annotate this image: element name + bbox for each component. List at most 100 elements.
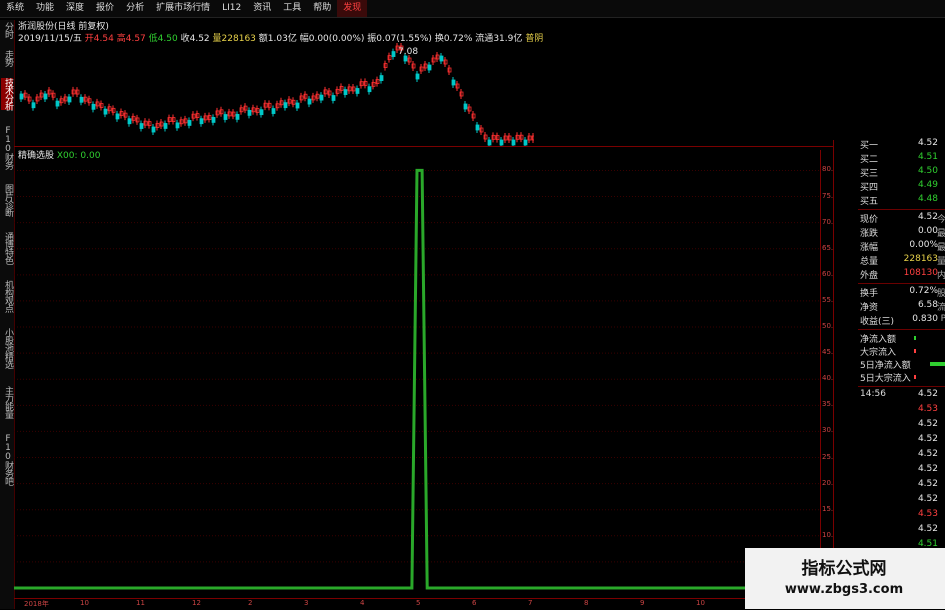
left-tab[interactable]: F10财务吧 xyxy=(1,434,13,485)
flow-label: 5日净流入额 xyxy=(860,361,911,371)
quote-row: 买三 4.50 xyxy=(836,166,944,179)
flow-row: 5日大宗流入 xyxy=(836,371,944,384)
indicator-chart[interactable] xyxy=(14,150,833,598)
flow-row: 大宗流入 xyxy=(836,345,944,358)
menu-item[interactable]: 帮助 xyxy=(307,0,337,17)
left-tab[interactable]: 走势 xyxy=(1,50,13,66)
candle-body xyxy=(91,103,96,110)
flow-bar xyxy=(930,362,945,366)
candle-body xyxy=(211,117,216,123)
quote-row: 4.53 xyxy=(836,509,944,522)
candle-body xyxy=(283,102,288,109)
candle-body xyxy=(271,108,276,114)
quote-extra: 最 xyxy=(936,229,945,239)
quote-row: 净资 6.58 流 xyxy=(836,300,945,313)
menu-item[interactable]: 发现 xyxy=(337,0,368,17)
quote-row: 买四 4.49 xyxy=(836,180,944,193)
quote-extra: 内 xyxy=(936,271,945,281)
candle-body xyxy=(319,94,324,101)
panel-separator xyxy=(858,283,945,284)
menu-item[interactable]: 资讯 xyxy=(247,0,277,17)
left-tab[interactable]: 机构观点 xyxy=(1,280,13,312)
left-tab[interactable]: 通博特色 xyxy=(1,232,13,264)
x-tick-label: 12 xyxy=(192,599,201,607)
quote-label: 净资 xyxy=(860,303,879,313)
quote-label: 换手 xyxy=(860,289,879,299)
flow-bar xyxy=(914,375,916,379)
candle-body xyxy=(115,113,120,120)
quote-row: 总量 228163 量 xyxy=(836,254,945,267)
quote-value: 4.52 xyxy=(917,434,938,444)
tick-time: 14:56 xyxy=(860,389,886,399)
menu-item[interactable]: LI12 xyxy=(216,0,247,17)
candle-body xyxy=(475,124,480,131)
candlestick-chart[interactable] xyxy=(16,42,534,146)
quote-row: 4.52 xyxy=(836,419,944,432)
quote-label: 买五 xyxy=(860,197,879,207)
menu-item[interactable]: 报价 xyxy=(90,0,120,17)
x-tick-label: 3 xyxy=(304,599,309,607)
candle-body xyxy=(343,89,348,95)
watermark-title: 指标公式网 xyxy=(801,559,887,579)
quote-value: 0.00% xyxy=(909,240,938,250)
candle-body xyxy=(235,113,240,120)
left-tab[interactable]: F10财务 xyxy=(1,126,13,169)
x-tick-label: 9 xyxy=(640,599,645,607)
candle-body xyxy=(523,139,528,146)
y-axis-line xyxy=(820,150,821,598)
quote-value: 4.52 xyxy=(917,479,938,489)
quote-value: 4.48 xyxy=(917,194,938,204)
menu-item[interactable]: 深度 xyxy=(60,0,90,17)
indicator-point xyxy=(416,169,418,171)
menu-item[interactable]: 系统 xyxy=(0,0,30,17)
x-tick-label: 2018年 xyxy=(24,600,49,608)
quote-value: 108130 xyxy=(903,268,938,278)
x-tick-label: 6 xyxy=(472,599,477,607)
quote-value: 228163 xyxy=(903,254,938,264)
menu-bar: 系统 功能 深度 报价 分析 扩展市场行情 LI12 资讯 工具 帮助 发现 xyxy=(0,0,945,18)
quote-value: 4.53 xyxy=(917,509,938,519)
x-tick-label: 5 xyxy=(416,599,421,607)
quote-label: 买二 xyxy=(860,155,879,165)
candle-body xyxy=(415,73,420,80)
quote-row: 4.52 xyxy=(836,434,944,447)
menu-item[interactable]: 扩展市场行情 xyxy=(150,0,216,17)
candle-body xyxy=(487,139,492,146)
quote-row: 外盘 108130 内 xyxy=(836,268,945,281)
left-tab[interactable]: 图片诊断 xyxy=(1,184,13,216)
quote-value: 4.53 xyxy=(917,404,938,414)
x-tick-label: 11 xyxy=(136,599,145,607)
candle-body xyxy=(31,102,36,109)
quote-row: 4.52 xyxy=(836,524,944,537)
left-tab[interactable]: 主力能量 xyxy=(1,386,13,418)
quote-value: 0.72% xyxy=(909,286,938,296)
quote-row: 4.52 xyxy=(836,494,944,507)
quote-row: 涨跌 0.00 最 xyxy=(836,226,945,239)
candle-body xyxy=(175,122,180,129)
candle-body xyxy=(511,139,516,146)
menu-item[interactable]: 分析 xyxy=(120,0,150,17)
menu-item[interactable]: 功能 xyxy=(30,0,60,17)
candle-body xyxy=(103,108,108,115)
menu-item[interactable]: 工具 xyxy=(277,0,307,17)
quote-row: 换手 0.72% 股 xyxy=(836,286,945,299)
x-tick-label: 10 xyxy=(696,599,705,607)
quote-value: 4.49 xyxy=(917,180,938,190)
left-tab[interactable]: 小股池精选 xyxy=(1,328,13,368)
quote-label: 收益(三) xyxy=(860,317,895,327)
quote-extra: 流 xyxy=(936,303,945,313)
candle-body xyxy=(127,118,132,125)
x-tick-label: 4 xyxy=(360,599,365,607)
candle-body xyxy=(307,98,312,105)
candle-body xyxy=(499,139,504,146)
left-tab[interactable]: 技术分析 xyxy=(1,78,13,110)
quote-row: 4.52 xyxy=(836,464,944,477)
quote-value: 4.50 xyxy=(917,166,938,176)
left-tab[interactable]: 分时 xyxy=(1,22,13,38)
candle-body xyxy=(43,93,48,100)
flow-row: 净流入额 xyxy=(836,332,944,345)
quote-value: 0.830 xyxy=(912,314,938,324)
candle-body xyxy=(451,79,456,86)
quote-row: 4.52 xyxy=(836,479,944,492)
quote-extra: 今 xyxy=(936,215,945,225)
